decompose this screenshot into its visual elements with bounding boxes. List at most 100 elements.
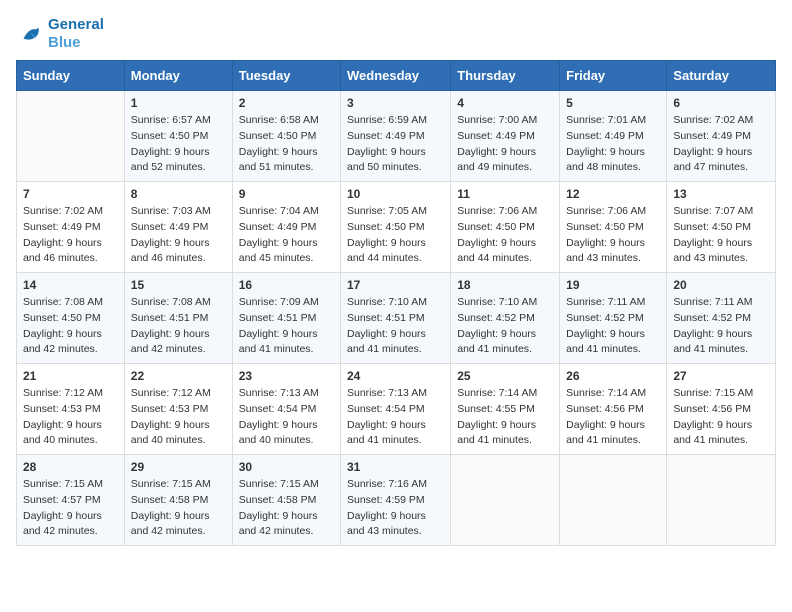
day-cell: 7 Sunrise: 7:02 AMSunset: 4:49 PMDaylight… xyxy=(17,182,125,273)
day-info: Sunrise: 7:15 AMSunset: 4:56 PMDaylight:… xyxy=(673,386,769,449)
day-number: 31 xyxy=(347,460,444,474)
day-info: Sunrise: 7:11 AMSunset: 4:52 PMDaylight:… xyxy=(673,295,769,358)
day-info: Sunrise: 7:13 AMSunset: 4:54 PMDaylight:… xyxy=(239,386,334,449)
day-info: Sunrise: 7:06 AMSunset: 4:50 PMDaylight:… xyxy=(566,204,660,267)
day-number: 23 xyxy=(239,369,334,383)
day-number: 7 xyxy=(23,187,118,201)
week-row-3: 14 Sunrise: 7:08 AMSunset: 4:50 PMDayligh… xyxy=(17,273,776,364)
weekday-header-friday: Friday xyxy=(560,61,667,91)
day-info: Sunrise: 7:16 AMSunset: 4:59 PMDaylight:… xyxy=(347,477,444,540)
day-info: Sunrise: 7:08 AMSunset: 4:51 PMDaylight:… xyxy=(131,295,226,358)
day-cell: 25 Sunrise: 7:14 AMSunset: 4:55 PMDayligh… xyxy=(451,364,560,455)
day-cell: 12 Sunrise: 7:06 AMSunset: 4:50 PMDayligh… xyxy=(560,182,667,273)
day-info: Sunrise: 6:59 AMSunset: 4:49 PMDaylight:… xyxy=(347,113,444,176)
day-cell: 1 Sunrise: 6:57 AMSunset: 4:50 PMDaylight… xyxy=(124,91,232,182)
day-cell: 27 Sunrise: 7:15 AMSunset: 4:56 PMDayligh… xyxy=(667,364,776,455)
day-number: 14 xyxy=(23,278,118,292)
day-info: Sunrise: 7:14 AMSunset: 4:55 PMDaylight:… xyxy=(457,386,553,449)
day-info: Sunrise: 7:14 AMSunset: 4:56 PMDaylight:… xyxy=(566,386,660,449)
day-number: 5 xyxy=(566,96,660,110)
day-info: Sunrise: 7:15 AMSunset: 4:58 PMDaylight:… xyxy=(131,477,226,540)
day-number: 30 xyxy=(239,460,334,474)
day-number: 25 xyxy=(457,369,553,383)
day-cell: 22 Sunrise: 7:12 AMSunset: 4:53 PMDayligh… xyxy=(124,364,232,455)
day-number: 27 xyxy=(673,369,769,383)
day-info: Sunrise: 7:02 AMSunset: 4:49 PMDaylight:… xyxy=(23,204,118,267)
logo-text: General Blue xyxy=(48,16,104,52)
logo: General Blue xyxy=(16,16,104,52)
day-number: 24 xyxy=(347,369,444,383)
day-number: 20 xyxy=(673,278,769,292)
day-info: Sunrise: 6:57 AMSunset: 4:50 PMDaylight:… xyxy=(131,113,226,176)
day-cell: 10Sunrise: 7:05 AMSunset: 4:50 PMDayligh… xyxy=(341,182,451,273)
day-cell: 4 Sunrise: 7:00 AMSunset: 4:49 PMDaylight… xyxy=(451,91,560,182)
calendar-table: SundayMondayTuesdayWednesdayThursdayFrid… xyxy=(16,60,776,546)
day-cell: 31 Sunrise: 7:16 AMSunset: 4:59 PMDayligh… xyxy=(341,455,451,546)
day-cell: 8 Sunrise: 7:03 AMSunset: 4:49 PMDaylight… xyxy=(124,182,232,273)
day-info: Sunrise: 7:07 AMSunset: 4:50 PMDaylight:… xyxy=(673,204,769,267)
day-info: Sunrise: 7:10 AMSunset: 4:51 PMDaylight:… xyxy=(347,295,444,358)
page-header: General Blue xyxy=(16,16,776,52)
day-number: 8 xyxy=(131,187,226,201)
day-number: 13 xyxy=(673,187,769,201)
day-cell: 3 Sunrise: 6:59 AMSunset: 4:49 PMDaylight… xyxy=(341,91,451,182)
day-cell: 13 Sunrise: 7:07 AMSunset: 4:50 PMDayligh… xyxy=(667,182,776,273)
day-info: Sunrise: 7:15 AMSunset: 4:57 PMDaylight:… xyxy=(23,477,118,540)
day-number: 18 xyxy=(457,278,553,292)
day-info: Sunrise: 7:04 AMSunset: 4:49 PMDaylight:… xyxy=(239,204,334,267)
day-cell: 19 Sunrise: 7:11 AMSunset: 4:52 PMDayligh… xyxy=(560,273,667,364)
day-info: Sunrise: 7:05 AMSunset: 4:50 PMDaylight:… xyxy=(347,204,444,267)
day-number: 9 xyxy=(239,187,334,201)
weekday-header-saturday: Saturday xyxy=(667,61,776,91)
week-row-2: 7 Sunrise: 7:02 AMSunset: 4:49 PMDaylight… xyxy=(17,182,776,273)
day-number: 29 xyxy=(131,460,226,474)
day-number: 16 xyxy=(239,278,334,292)
day-cell: 2 Sunrise: 6:58 AMSunset: 4:50 PMDaylight… xyxy=(232,91,340,182)
weekday-header-sunday: Sunday xyxy=(17,61,125,91)
day-info: Sunrise: 6:58 AMSunset: 4:50 PMDaylight:… xyxy=(239,113,334,176)
day-info: Sunrise: 7:11 AMSunset: 4:52 PMDaylight:… xyxy=(566,295,660,358)
week-row-5: 28Sunrise: 7:15 AMSunset: 4:57 PMDayligh… xyxy=(17,455,776,546)
day-info: Sunrise: 7:12 AMSunset: 4:53 PMDaylight:… xyxy=(23,386,118,449)
day-info: Sunrise: 7:12 AMSunset: 4:53 PMDaylight:… xyxy=(131,386,226,449)
day-cell: 21 Sunrise: 7:12 AMSunset: 4:53 PMDayligh… xyxy=(17,364,125,455)
weekday-header-wednesday: Wednesday xyxy=(341,61,451,91)
day-number: 26 xyxy=(566,369,660,383)
day-number: 3 xyxy=(347,96,444,110)
week-row-1: 1 Sunrise: 6:57 AMSunset: 4:50 PMDaylight… xyxy=(17,91,776,182)
day-info: Sunrise: 7:10 AMSunset: 4:52 PMDaylight:… xyxy=(457,295,553,358)
day-cell: 26 Sunrise: 7:14 AMSunset: 4:56 PMDayligh… xyxy=(560,364,667,455)
day-number: 2 xyxy=(239,96,334,110)
day-cell: 15 Sunrise: 7:08 AMSunset: 4:51 PMDayligh… xyxy=(124,273,232,364)
day-cell: 23 Sunrise: 7:13 AMSunset: 4:54 PMDayligh… xyxy=(232,364,340,455)
day-number: 1 xyxy=(131,96,226,110)
week-row-4: 21 Sunrise: 7:12 AMSunset: 4:53 PMDayligh… xyxy=(17,364,776,455)
day-info: Sunrise: 7:15 AMSunset: 4:58 PMDaylight:… xyxy=(239,477,334,540)
day-info: Sunrise: 7:08 AMSunset: 4:50 PMDaylight:… xyxy=(23,295,118,358)
day-cell: 28Sunrise: 7:15 AMSunset: 4:57 PMDayligh… xyxy=(17,455,125,546)
day-cell: 17 Sunrise: 7:10 AMSunset: 4:51 PMDayligh… xyxy=(341,273,451,364)
day-cell: 20 Sunrise: 7:11 AMSunset: 4:52 PMDayligh… xyxy=(667,273,776,364)
day-number: 22 xyxy=(131,369,226,383)
day-number: 21 xyxy=(23,369,118,383)
day-number: 15 xyxy=(131,278,226,292)
day-info: Sunrise: 7:13 AMSunset: 4:54 PMDaylight:… xyxy=(347,386,444,449)
day-cell xyxy=(560,455,667,546)
day-number: 4 xyxy=(457,96,553,110)
day-number: 17 xyxy=(347,278,444,292)
day-cell: 6Sunrise: 7:02 AMSunset: 4:49 PMDaylight… xyxy=(667,91,776,182)
day-number: 11 xyxy=(457,187,553,201)
day-cell xyxy=(667,455,776,546)
day-number: 6 xyxy=(673,96,769,110)
day-number: 19 xyxy=(566,278,660,292)
day-info: Sunrise: 7:00 AMSunset: 4:49 PMDaylight:… xyxy=(457,113,553,176)
day-cell: 18 Sunrise: 7:10 AMSunset: 4:52 PMDayligh… xyxy=(451,273,560,364)
day-number: 12 xyxy=(566,187,660,201)
weekday-header-thursday: Thursday xyxy=(451,61,560,91)
day-cell: 30 Sunrise: 7:15 AMSunset: 4:58 PMDayligh… xyxy=(232,455,340,546)
day-cell xyxy=(17,91,125,182)
day-cell: 14 Sunrise: 7:08 AMSunset: 4:50 PMDayligh… xyxy=(17,273,125,364)
day-cell: 5Sunrise: 7:01 AMSunset: 4:49 PMDaylight… xyxy=(560,91,667,182)
day-cell: 9 Sunrise: 7:04 AMSunset: 4:49 PMDaylight… xyxy=(232,182,340,273)
day-info: Sunrise: 7:03 AMSunset: 4:49 PMDaylight:… xyxy=(131,204,226,267)
